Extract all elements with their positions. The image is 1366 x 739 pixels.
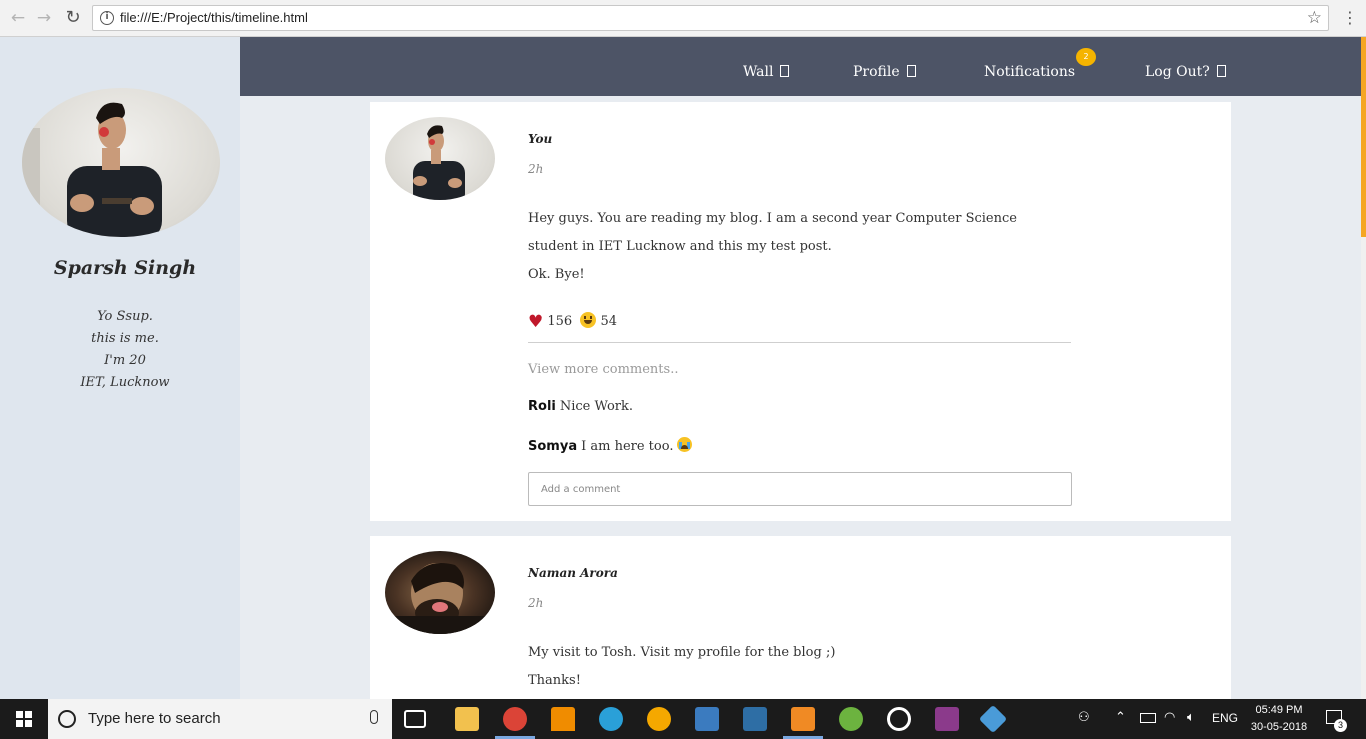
post-reactions: ♥ 156 54 bbox=[528, 312, 617, 332]
comment: Somya I am here too. bbox=[528, 437, 693, 454]
chevron-up-icon[interactable]: ⌃ bbox=[1115, 710, 1126, 726]
post-body: My visit to Tosh. Visit my profile for t… bbox=[528, 639, 1068, 695]
chrome-icon[interactable] bbox=[503, 707, 527, 731]
forward-arrow-icon[interactable]: → bbox=[34, 8, 54, 28]
cortana-icon bbox=[58, 710, 76, 728]
wall-icon bbox=[780, 65, 790, 77]
file-explorer-icon[interactable] bbox=[455, 707, 479, 731]
taskbar-clock[interactable]: 05:49 PM 30-05-2018 bbox=[1248, 702, 1310, 736]
profile-bio: Yo Ssup. this is me. I'm 20 IET, Lucknow bbox=[0, 306, 250, 394]
url-text[interactable]: file:///E:/Project/this/timeline.html bbox=[120, 10, 308, 25]
taskbar-search-box[interactable]: Type here to search bbox=[48, 699, 392, 739]
wifi-icon[interactable]: ◠ bbox=[1164, 710, 1175, 726]
nav-profile-link[interactable]: Profile bbox=[853, 64, 916, 80]
comment-text: Nice Work. bbox=[559, 399, 634, 414]
add-comment-input[interactable] bbox=[528, 472, 1072, 506]
python-idle-icon[interactable] bbox=[695, 707, 719, 731]
bio-line: Yo Ssup. bbox=[97, 309, 153, 324]
post-body-line: student in IET Lucknow and this my test … bbox=[528, 239, 832, 254]
python-icon[interactable] bbox=[743, 707, 767, 731]
heart-count: 156 bbox=[547, 314, 573, 329]
browser-toolbar: ← → ↻ i file:///E:/Project/this/timeline… bbox=[0, 0, 1366, 37]
comment-text: I am here too. bbox=[581, 439, 674, 454]
bio-line: I'm 20 bbox=[104, 353, 146, 368]
browser-menu-icon[interactable]: ⋮ bbox=[1342, 8, 1358, 28]
post-author[interactable]: Naman Arora bbox=[528, 566, 618, 580]
settings-gear-icon[interactable] bbox=[887, 707, 911, 731]
smile-reaction-icon[interactable] bbox=[580, 312, 597, 328]
heart-reaction-icon[interactable]: ♥ bbox=[528, 312, 543, 332]
task-view-icon[interactable] bbox=[404, 710, 426, 728]
comment-user[interactable]: Roli bbox=[528, 399, 556, 414]
nav-profile-label: Profile bbox=[853, 64, 900, 80]
utorrent-icon[interactable] bbox=[839, 707, 863, 731]
logout-icon bbox=[1216, 65, 1226, 77]
post-body-line: Hey guys. You are reading my blog. I am … bbox=[528, 211, 1017, 226]
post-time: 2h bbox=[528, 596, 544, 610]
network-app-icon[interactable] bbox=[599, 707, 623, 731]
winrar-icon[interactable] bbox=[935, 707, 959, 731]
nav-logout-link[interactable]: Log Out? bbox=[1145, 64, 1226, 80]
vlc-icon[interactable] bbox=[551, 707, 575, 731]
comment: Roli Nice Work. bbox=[528, 399, 633, 414]
smile-count: 54 bbox=[600, 314, 618, 329]
post-body: Hey guys. You are reading my blog. I am … bbox=[528, 205, 1068, 289]
post-card: Naman Arora 2h My visit to Tosh. Visit m… bbox=[370, 536, 1231, 699]
post-body-line: Thanks! bbox=[528, 673, 581, 688]
top-navigation: Wall Profile Notifications 2 Log Out? bbox=[240, 37, 1361, 96]
comment-user[interactable]: Somya bbox=[528, 439, 577, 454]
nav-wall-label: Wall bbox=[743, 64, 774, 80]
post-author[interactable]: You bbox=[528, 132, 552, 146]
post-author-avatar[interactable] bbox=[385, 117, 495, 200]
post-body-line: My visit to Tosh. Visit my profile for t… bbox=[528, 645, 836, 660]
bio-line: this is me. bbox=[91, 331, 159, 346]
post-author-avatar[interactable] bbox=[385, 551, 495, 634]
view-more-comments-link[interactable]: View more comments.. bbox=[528, 362, 678, 377]
profile-icon bbox=[906, 65, 916, 77]
info-icon[interactable]: i bbox=[100, 11, 114, 25]
windows-logo-icon bbox=[16, 711, 32, 727]
volume-icon[interactable]: 🔈︎ bbox=[1187, 710, 1195, 726]
clock-time: 05:49 PM bbox=[1255, 704, 1303, 716]
language-indicator[interactable]: ENG bbox=[1212, 711, 1238, 725]
sublime-text-icon[interactable] bbox=[791, 707, 815, 731]
taskbar-search-placeholder: Type here to search bbox=[88, 710, 221, 727]
reload-icon[interactable]: ↻ bbox=[63, 8, 83, 28]
bio-line: IET, Lucknow bbox=[80, 375, 170, 390]
notifications-badge: 2 bbox=[1076, 48, 1096, 66]
start-button[interactable] bbox=[0, 699, 48, 739]
divider bbox=[528, 342, 1071, 343]
nav-notifications-label: Notifications bbox=[984, 64, 1076, 80]
nav-wall-link[interactable]: Wall bbox=[743, 64, 790, 80]
tears-of-joy-icon bbox=[677, 437, 693, 452]
git-icon[interactable] bbox=[978, 704, 1008, 734]
microphone-icon[interactable] bbox=[370, 710, 378, 724]
address-bar[interactable]: i file:///E:/Project/this/timeline.html … bbox=[92, 5, 1329, 31]
page-scrollbar[interactable] bbox=[1361, 37, 1366, 699]
profile-name: Sparsh Singh bbox=[53, 257, 197, 279]
back-arrow-icon[interactable]: ← bbox=[8, 8, 28, 28]
fl-studio-icon[interactable] bbox=[647, 707, 671, 731]
profile-sidebar: Sparsh Singh Yo Ssup. this is me. I'm 20… bbox=[0, 37, 240, 699]
post-body-line: Ok. Bye! bbox=[528, 267, 585, 282]
windows-taskbar: Type here to search ⚇ ⌃ ◠ 🔈︎ ENG 05:49 P… bbox=[0, 699, 1366, 739]
post-card: You 2h Hey guys. You are reading my blog… bbox=[370, 102, 1231, 521]
nav-notifications-link[interactable]: Notifications bbox=[984, 64, 1075, 80]
scrollbar-thumb[interactable] bbox=[1361, 37, 1366, 237]
battery-icon[interactable] bbox=[1140, 713, 1156, 723]
action-center-count: 3 bbox=[1334, 719, 1347, 732]
nav-logout-label: Log Out? bbox=[1145, 64, 1210, 80]
clock-date: 30-05-2018 bbox=[1250, 721, 1308, 733]
people-icon[interactable]: ⚇ bbox=[1078, 710, 1090, 726]
bookmark-star-icon[interactable]: ☆ bbox=[1307, 8, 1322, 28]
profile-avatar bbox=[22, 88, 220, 237]
post-time: 2h bbox=[528, 162, 544, 176]
